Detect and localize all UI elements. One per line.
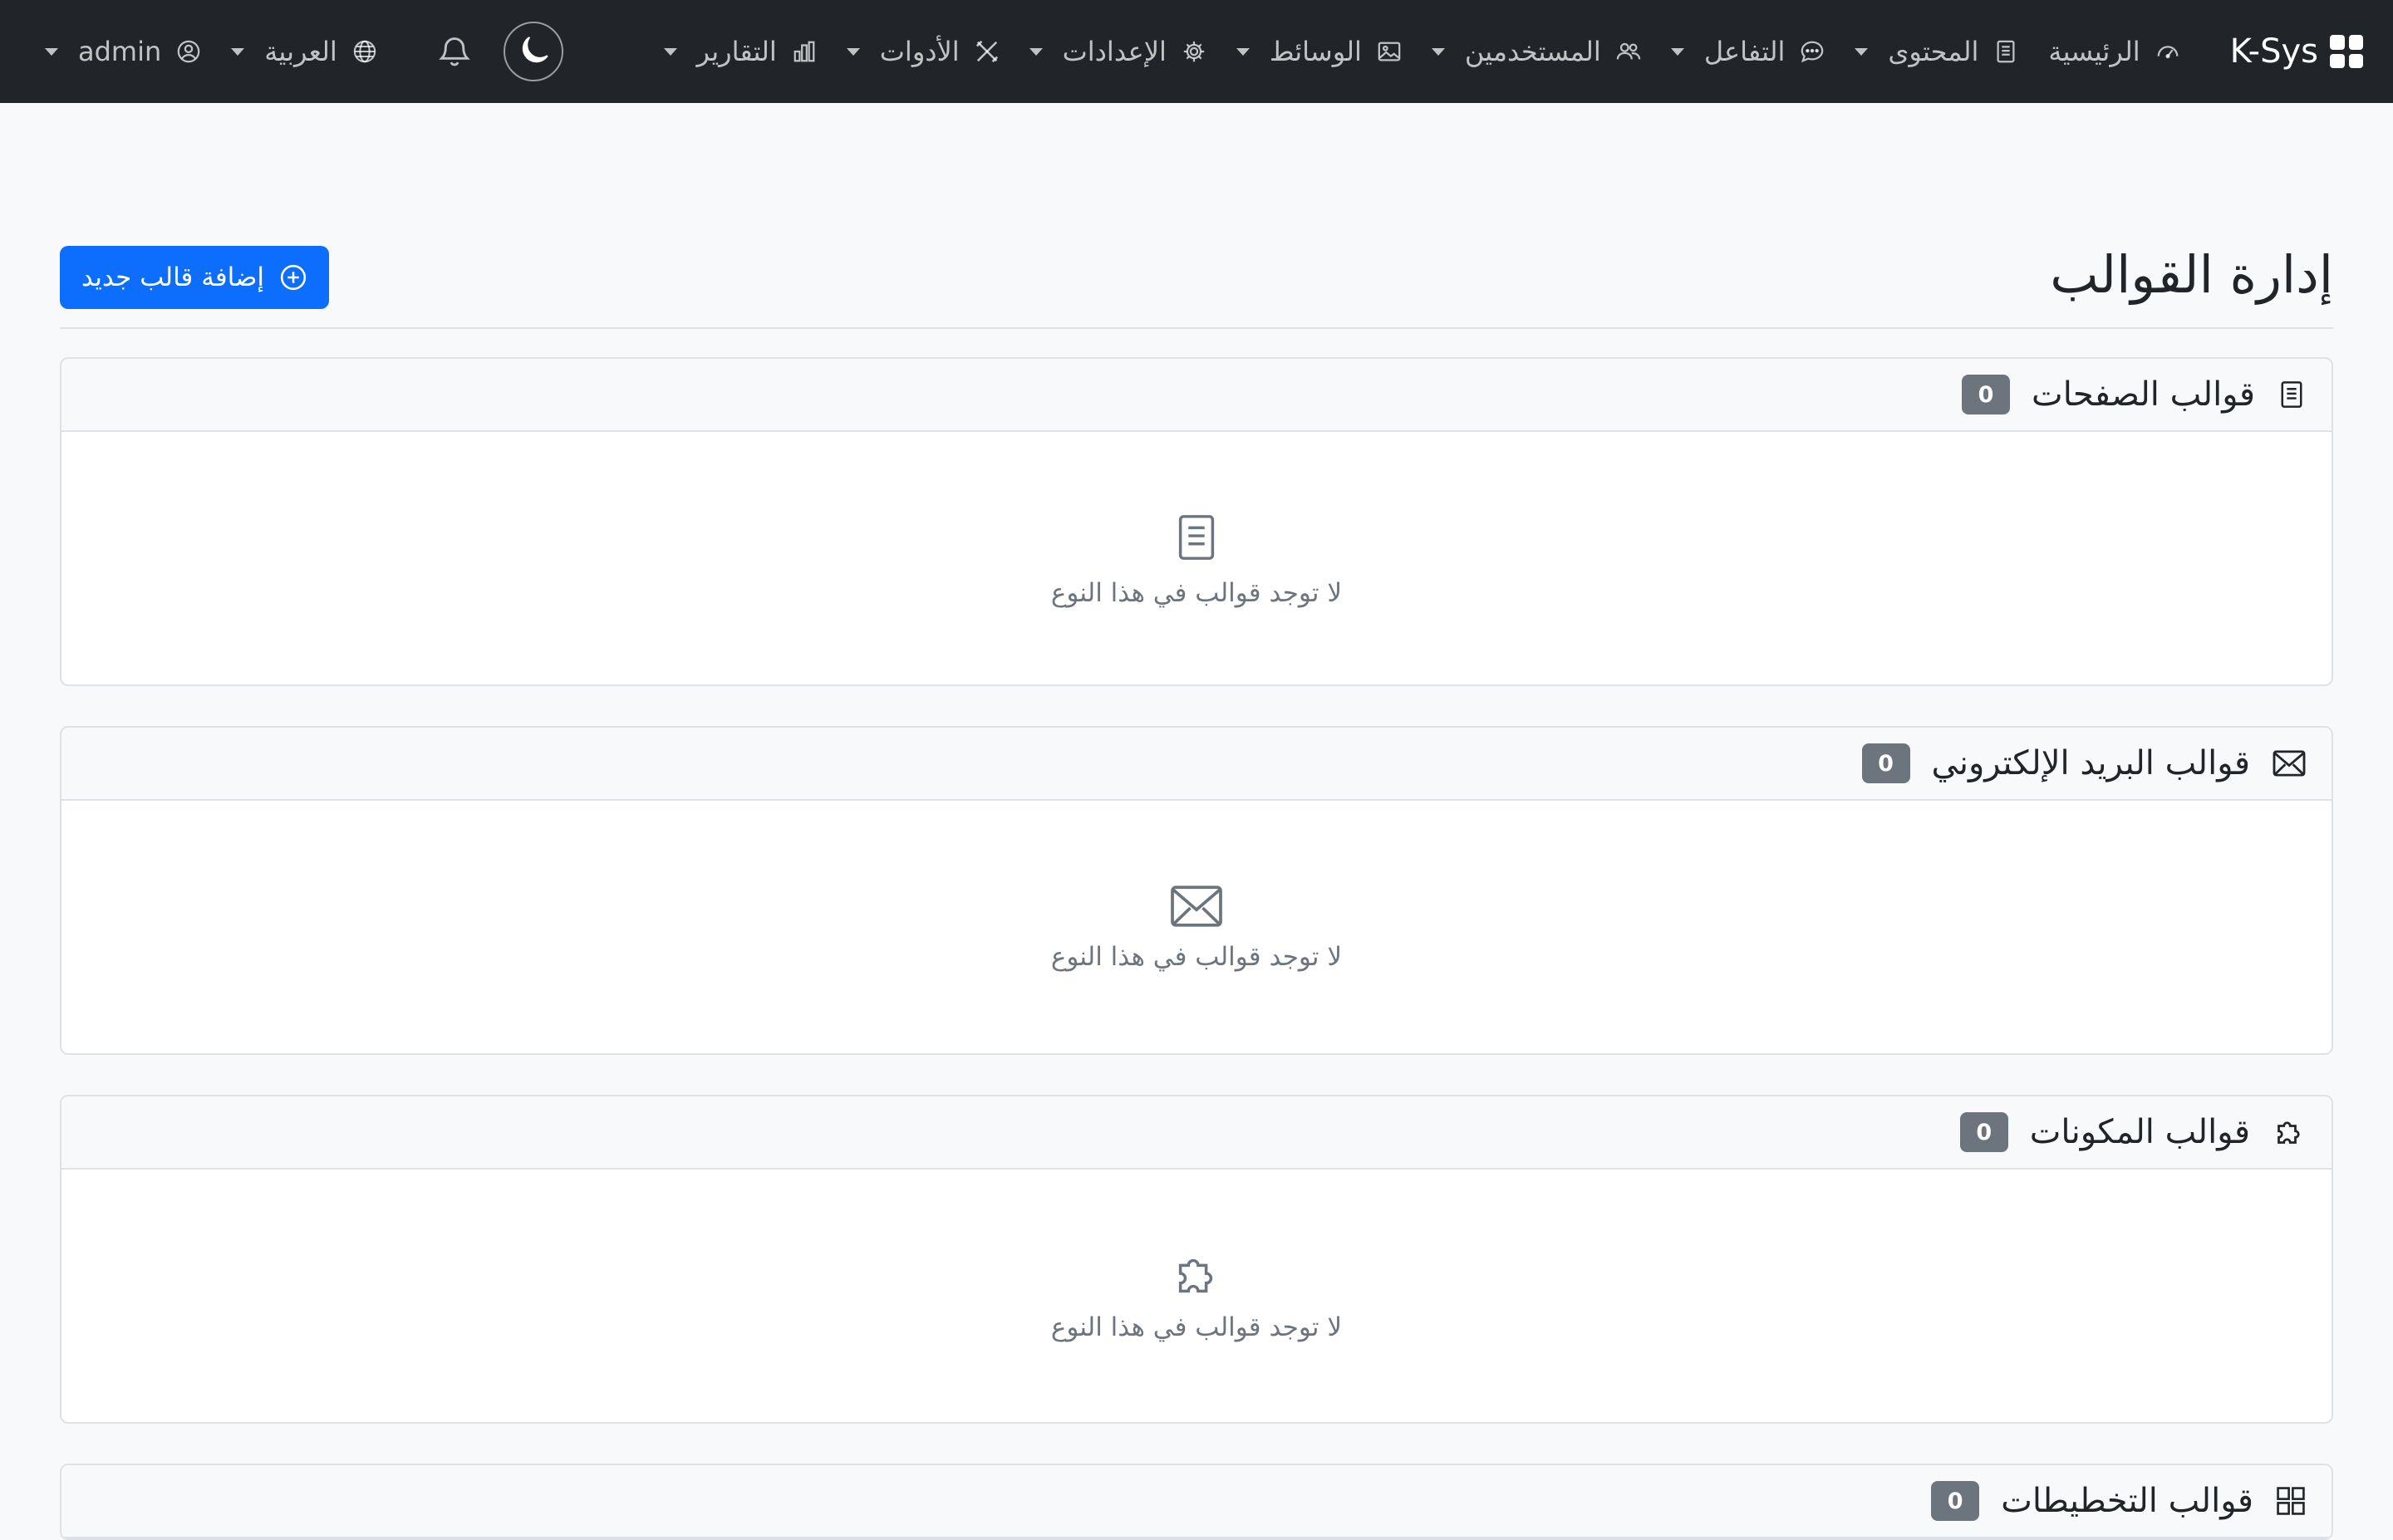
nav-item-tools[interactable]: الأدوات — [832, 0, 1015, 103]
section-title: قوالب المكونات — [2029, 1113, 2250, 1151]
grid-icon — [2330, 35, 2363, 68]
add-template-button[interactable]: إضافة قالب جديد — [60, 246, 330, 309]
bell-icon — [438, 35, 470, 68]
add-template-label: إضافة قالب جديد — [81, 262, 265, 292]
count-badge: 0 — [1931, 1481, 1980, 1521]
nav-item-label: التفاعل — [1703, 36, 1786, 67]
chat-icon — [1800, 39, 1825, 64]
count-badge: 0 — [1959, 1112, 2008, 1152]
empty-state: لا توجد قوالب في هذا النوع — [61, 1170, 2332, 1422]
user-dropdown[interactable]: admin — [30, 0, 216, 103]
tools-icon — [975, 39, 1000, 64]
empty-state: لا توجد قوالب في هذا النوع — [61, 432, 2332, 684]
nav-item-media[interactable]: الوسائط — [1221, 0, 1417, 103]
speedometer-icon — [2155, 39, 2180, 64]
section-email-templates: قوالب البريد الإلكتروني 0 لا توجد قوالب … — [60, 726, 2333, 1055]
card-header: قوالب التخطيطات 0 — [61, 1465, 2332, 1538]
envelope-icon — [1168, 882, 1225, 930]
nav-item-label: الأدوات — [879, 36, 960, 67]
nav-item-users[interactable]: المستخدمين — [1417, 0, 1656, 103]
chevron-down-icon — [1855, 47, 1869, 56]
card-header: قوالب المكونات 0 — [61, 1096, 2332, 1170]
people-icon — [1616, 39, 1641, 64]
image-icon — [1377, 39, 1402, 64]
section-title: قوالب البريد الإلكتروني — [1931, 744, 2251, 782]
theme-toggle-button[interactable] — [503, 22, 563, 81]
page-header: إدارة القوالب إضافة قالب جديد — [60, 243, 2333, 329]
file-text-icon — [1993, 39, 2018, 64]
chevron-down-icon — [1236, 47, 1250, 56]
main-menu: الرئيسية المحتوى التفاعل المستخدمين الوس… — [649, 0, 2195, 103]
nav-item-label: الإعدادات — [1062, 36, 1167, 67]
puzzle-icon — [2272, 1116, 2307, 1149]
file-text-icon — [2277, 378, 2307, 411]
user-name: admin — [78, 36, 162, 67]
section-page-templates: قوالب الصفحات 0 لا توجد قوالب في هذا الن… — [60, 357, 2333, 686]
moon-icon — [518, 37, 548, 66]
nav-end: العربية admin — [30, 0, 563, 103]
chevron-down-icon — [231, 47, 245, 56]
language-dropdown[interactable]: العربية — [216, 0, 391, 103]
card-header: قوالب الصفحات 0 — [61, 359, 2332, 432]
bar-chart-icon — [792, 39, 817, 64]
chevron-down-icon — [45, 47, 58, 56]
top-navbar: K-Sys الرئيسية المحتوى التفاعل المستخدمي… — [0, 0, 2393, 103]
section-title: قوالب التخطيطات — [2001, 1482, 2253, 1520]
empty-text: لا توجد قوالب في هذا النوع — [1050, 578, 1343, 608]
language-label: العربية — [264, 36, 337, 67]
chevron-down-icon — [1670, 47, 1684, 56]
nav-item-content[interactable]: المحتوى — [1840, 0, 2033, 103]
puzzle-icon — [1168, 1249, 1225, 1301]
nav-item-reports[interactable]: التقارير — [649, 0, 832, 103]
section-title: قوالب الصفحات — [2032, 375, 2255, 414]
user-circle-icon — [176, 39, 201, 64]
empty-text: لا توجد قوالب في هذا النوع — [1050, 942, 1343, 972]
count-badge: 0 — [1962, 375, 2011, 414]
globe-icon — [352, 39, 377, 64]
chevron-down-icon — [846, 47, 860, 56]
nav-item-label: المحتوى — [1888, 36, 1979, 67]
chevron-down-icon — [1029, 47, 1043, 56]
plus-circle-icon — [279, 263, 307, 292]
nav-item-label: الوسائط — [1269, 36, 1362, 67]
page-title: إدارة القوالب — [2050, 244, 2333, 305]
chevron-down-icon — [663, 47, 677, 56]
nav-item-engagement[interactable]: التفاعل — [1656, 0, 1840, 103]
nav-item-settings[interactable]: الإعدادات — [1015, 0, 1221, 103]
brand[interactable]: K-Sys — [2230, 32, 2363, 71]
empty-state: لا توجد قوالب في هذا النوع — [61, 801, 2332, 1053]
nav-item-home[interactable]: الرئيسية — [2033, 0, 2194, 103]
grid-icon — [2275, 1485, 2307, 1517]
count-badge: 0 — [1861, 743, 1910, 783]
chevron-down-icon — [1431, 47, 1445, 56]
section-component-templates: قوالب المكونات 0 لا توجد قوالب في هذا ال… — [60, 1095, 2333, 1424]
nav-item-label: التقارير — [696, 36, 777, 67]
file-text-icon — [1171, 508, 1222, 566]
notifications-button[interactable] — [425, 22, 484, 81]
nav-item-label: الرئيسية — [2048, 36, 2140, 67]
nav-item-label: المستخدمين — [1464, 36, 1601, 67]
envelope-icon — [2272, 748, 2307, 778]
section-layout-templates: قوالب التخطيطات 0 — [60, 1464, 2333, 1540]
empty-text: لا توجد قوالب في هذا النوع — [1050, 1312, 1343, 1342]
brand-name: K-Sys — [2229, 32, 2318, 71]
gear-icon — [1182, 39, 1206, 64]
card-header: قوالب البريد الإلكتروني 0 — [61, 728, 2332, 801]
